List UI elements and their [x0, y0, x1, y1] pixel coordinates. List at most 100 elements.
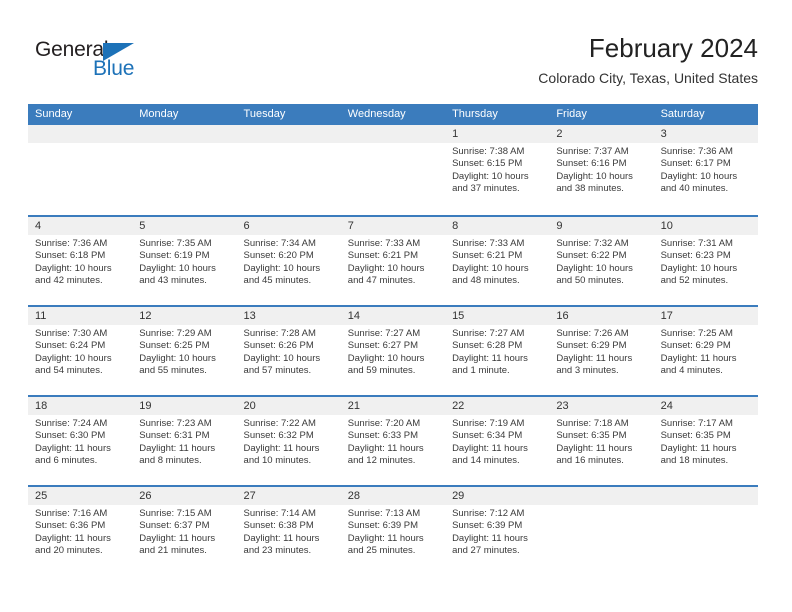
day-cell[interactable]: 12 Sunrise: 7:29 AM Sunset: 6:25 PM Dayligh… — [132, 307, 237, 395]
calendar-page: General Blue February 2024 Colorado City… — [0, 0, 792, 612]
daylight-text: Daylight: 10 hours and 48 minutes. — [452, 262, 529, 287]
day-number: 22 — [445, 397, 550, 415]
sunset-text: Sunset: 6:36 PM — [35, 520, 106, 532]
sunset-text: Sunset: 6:29 PM — [556, 340, 627, 352]
daylight-text: Daylight: 11 hours and 8 minutes. — [139, 442, 216, 467]
sunrise-text: Sunrise: 7:24 AM — [35, 418, 108, 429]
day-cell[interactable]: 27 Sunrise: 7:14 AM Sunset: 6:38 PM Dayligh… — [236, 487, 341, 575]
day-cell[interactable]: 18 Sunrise: 7:24 AM Sunset: 6:30 PM Dayligh… — [28, 397, 133, 485]
sunset-text: Sunset: 6:21 PM — [347, 250, 419, 262]
day-cell[interactable]: 16 Sunrise: 7:26 AM Sunset: 6:29 PM Dayligh… — [549, 307, 654, 395]
sunrise-text: Sunrise: 7:36 AM — [660, 146, 733, 157]
day-cell[interactable]: 6 Sunrise: 7:34 AM Sunset: 6:20 PM Daylight… — [236, 217, 341, 305]
sunset-text: Sunset: 6:39 PM — [452, 520, 523, 532]
weekday-header-row: Sunday Monday Tuesday Wednesday Thursday Frid… — [28, 104, 758, 125]
day-sun-info: Sunrise: 7:13 AM Sunset: 6:39 PM Daylight:… — [341, 505, 445, 558]
day-cell[interactable]: 23 Sunrise: 7:18 AM Sunset: 6:35 PM Dayligh… — [549, 397, 654, 485]
day-number: 1 — [445, 125, 550, 143]
day-sun-info: Sunrise: 7:12 AM Sunset: 6:39 PM Daylight:… — [445, 505, 549, 558]
daylight-text: Daylight: 11 hours and 3 minutes. — [556, 352, 633, 377]
day-sun-info: Sunrise: 7:16 AM Sunset: 6:36 PM Daylight:… — [28, 505, 132, 558]
day-cell[interactable]: 15 Sunrise: 7:27 AM Sunset: 6:28 PM Dayligh… — [445, 307, 550, 395]
day-sun-info: Sunrise: 7:37 AM Sunset: 6:16 PM Daylight:… — [549, 143, 653, 196]
day-cell[interactable]: 2 Sunrise: 7:37 AM Sunset: 6:16 PM Daylight… — [549, 125, 654, 215]
daylight-text: Daylight: 11 hours and 23 minutes. — [243, 532, 320, 557]
day-number: 19 — [132, 397, 237, 415]
day-sun-info: Sunrise: 7:27 AM Sunset: 6:27 PM Daylight:… — [341, 325, 445, 378]
day-cell[interactable]: 11 Sunrise: 7:30 AM Sunset: 6:24 PM Dayligh… — [28, 307, 133, 395]
day-cell[interactable]: 22 Sunrise: 7:19 AM Sunset: 6:34 PM Dayligh… — [445, 397, 550, 485]
day-cell[interactable]: 21 Sunrise: 7:20 AM Sunset: 6:33 PM Dayligh… — [340, 397, 446, 485]
day-cell[interactable]: 3 Sunrise: 7:36 AM Sunset: 6:17 PM Daylight… — [653, 125, 758, 215]
day-number: 3 — [653, 125, 758, 143]
day-cell-empty — [236, 125, 341, 215]
day-cell[interactable]: 14 Sunrise: 7:27 AM Sunset: 6:27 PM Dayligh… — [340, 307, 446, 395]
day-number: 17 — [653, 307, 758, 325]
daylight-text: Daylight: 11 hours and 25 minutes. — [347, 532, 424, 557]
sunset-text: Sunset: 6:38 PM — [243, 520, 314, 532]
day-number: 2 — [549, 125, 654, 143]
day-sun-info: Sunrise: 7:27 AM Sunset: 6:28 PM Daylight:… — [445, 325, 549, 378]
sunrise-text: Sunrise: 7:18 AM — [556, 418, 629, 429]
daylight-text: Daylight: 10 hours and 50 minutes. — [556, 262, 633, 287]
day-number: 7 — [340, 217, 446, 235]
daylight-text: Daylight: 11 hours and 18 minutes. — [660, 442, 737, 467]
sunset-text: Sunset: 6:26 PM — [243, 340, 314, 352]
daylight-text: Daylight: 10 hours and 40 minutes. — [660, 170, 738, 195]
daylight-text: Daylight: 11 hours and 10 minutes. — [243, 442, 320, 467]
day-sun-info: Sunrise: 7:33 AM Sunset: 6:21 PM Daylight:… — [341, 235, 445, 288]
daylight-text: Daylight: 10 hours and 43 minutes. — [139, 262, 216, 287]
day-sun-info: Sunrise: 7:29 AM Sunset: 6:25 PM Daylight:… — [132, 325, 236, 378]
day-cell[interactable]: 10 Sunrise: 7:31 AM Sunset: 6:23 PM Dayligh… — [653, 217, 758, 305]
day-cell[interactable]: 7 Sunrise: 7:33 AM Sunset: 6:21 PM Daylight… — [340, 217, 446, 305]
sunrise-text: Sunrise: 7:17 AM — [660, 418, 733, 429]
day-sun-info: Sunrise: 7:14 AM Sunset: 6:38 PM Daylight:… — [237, 505, 341, 558]
day-cell[interactable]: 17 Sunrise: 7:25 AM Sunset: 6:29 PM Dayligh… — [653, 307, 758, 395]
day-cell[interactable]: 29 Sunrise: 7:12 AM Sunset: 6:39 PM Dayligh… — [445, 487, 550, 575]
sunrise-text: Sunrise: 7:14 AM — [243, 508, 316, 519]
day-sun-info: Sunrise: 7:17 AM Sunset: 6:35 PM Daylight:… — [654, 415, 758, 468]
sunrise-text: Sunrise: 7:27 AM — [452, 328, 525, 339]
calendar-week-row: 25 Sunrise: 7:16 AM Sunset: 6:36 PM Dayligh… — [28, 485, 758, 575]
sunrise-text: Sunrise: 7:25 AM — [660, 328, 733, 339]
logo-text-blue: Blue — [93, 57, 135, 80]
day-cell[interactable]: 8 Sunrise: 7:33 AM Sunset: 6:21 PM Daylight… — [445, 217, 550, 305]
daylight-text: Daylight: 10 hours and 45 minutes. — [243, 262, 321, 287]
sunrise-text: Sunrise: 7:33 AM — [347, 238, 421, 249]
day-sun-info: Sunrise: 7:33 AM Sunset: 6:21 PM Daylight:… — [445, 235, 549, 288]
sunrise-text: Sunrise: 7:13 AM — [347, 508, 421, 519]
day-number: 4 — [28, 217, 133, 235]
day-cell-empty — [340, 125, 446, 215]
day-number: 13 — [236, 307, 341, 325]
day-number: 5 — [132, 217, 237, 235]
sunset-text: Sunset: 6:18 PM — [35, 250, 106, 262]
day-number: 11 — [28, 307, 133, 325]
day-cell[interactable]: 5 Sunrise: 7:35 AM Sunset: 6:19 PM Daylight… — [132, 217, 237, 305]
daylight-text: Daylight: 11 hours and 16 minutes. — [556, 442, 633, 467]
day-cell[interactable]: 24 Sunrise: 7:17 AM Sunset: 6:35 PM Dayligh… — [653, 397, 758, 485]
day-cell[interactable]: 13 Sunrise: 7:28 AM Sunset: 6:26 PM Dayligh… — [236, 307, 341, 395]
page-title: February 2024 — [588, 33, 758, 63]
day-sun-info: Sunrise: 7:31 AM Sunset: 6:23 PM Daylight:… — [654, 235, 758, 288]
day-number: 20 — [236, 397, 341, 415]
daylight-text: Daylight: 11 hours and 20 minutes. — [35, 532, 111, 557]
calendar-week-row: 18 Sunrise: 7:24 AM Sunset: 6:30 PM Dayligh… — [28, 395, 758, 485]
day-cell[interactable]: 9 Sunrise: 7:32 AM Sunset: 6:22 PM Daylight… — [549, 217, 654, 305]
day-cell[interactable]: 19 Sunrise: 7:23 AM Sunset: 6:31 PM Dayligh… — [132, 397, 237, 485]
day-cell[interactable]: 25 Sunrise: 7:16 AM Sunset: 6:36 PM Dayligh… — [28, 487, 133, 575]
sunset-text: Sunset: 6:35 PM — [660, 430, 731, 442]
day-sun-info: Sunrise: 7:15 AM Sunset: 6:37 PM Daylight:… — [132, 505, 236, 558]
day-cell[interactable]: 28 Sunrise: 7:13 AM Sunset: 6:39 PM Dayligh… — [340, 487, 446, 575]
sunrise-text: Sunrise: 7:30 AM — [35, 328, 108, 339]
day-cell-empty — [549, 487, 654, 575]
day-cell[interactable]: 4 Sunrise: 7:36 AM Sunset: 6:18 PM Daylight… — [28, 217, 133, 305]
day-sun-info: Sunrise: 7:28 AM Sunset: 6:26 PM Daylight:… — [237, 325, 341, 378]
generalblue-logo: General Blue — [35, 38, 155, 82]
day-number: 28 — [340, 487, 446, 505]
day-cell[interactable]: 1 Sunrise: 7:38 AM Sunset: 6:15 PM Daylight… — [445, 125, 550, 215]
day-cell[interactable]: 26 Sunrise: 7:15 AM Sunset: 6:37 PM Dayligh… — [132, 487, 237, 575]
day-sun-info: Sunrise: 7:32 AM Sunset: 6:22 PM Daylight:… — [549, 235, 653, 288]
day-cell[interactable]: 20 Sunrise: 7:22 AM Sunset: 6:32 PM Dayligh… — [236, 397, 341, 485]
sunset-text: Sunset: 6:33 PM — [347, 430, 419, 442]
day-sun-info: Sunrise: 7:22 AM Sunset: 6:32 PM Daylight:… — [237, 415, 341, 468]
